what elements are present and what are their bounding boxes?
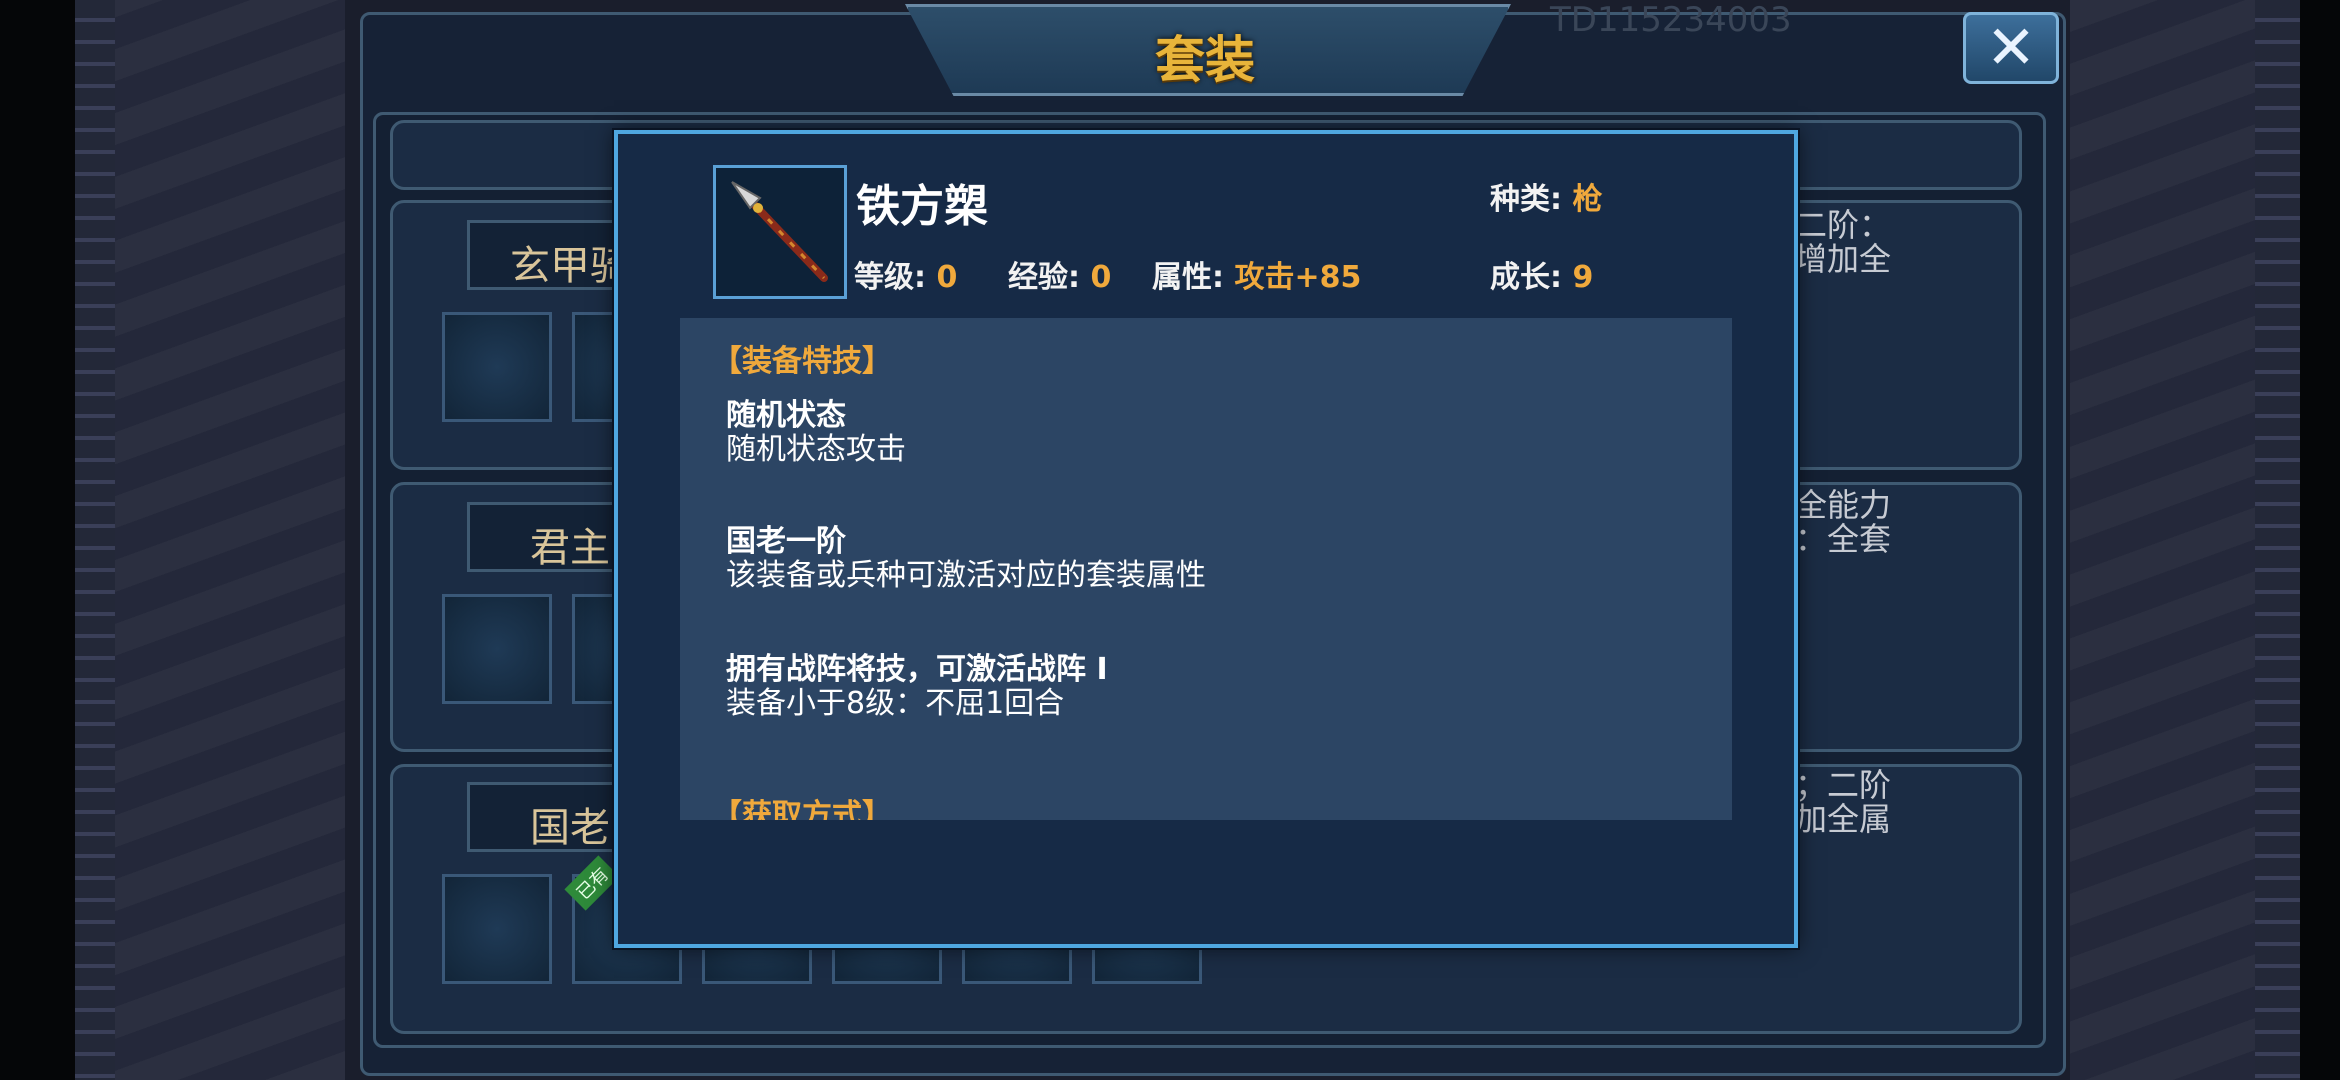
suit-bonus-text: 全能力 ：全套 [1795,486,1892,558]
type-value: 枪 [1572,182,1603,217]
item-name: 铁方槊 [856,181,988,232]
growth-stat: 成长: 9 [1490,260,1594,295]
skill-body: 装备小于8级：不屈1回合 [726,686,1065,721]
close-button[interactable]: ✕ [1963,12,2059,84]
suit-bonus-text: 二阶： 增加全 [1795,206,1892,278]
exp-stat: 经验: 0 [1008,260,1112,295]
screen-edge-left [0,0,75,1080]
window-title: 套装 [1155,30,1255,89]
suit-name: 国老 [530,805,610,851]
growth-value: 9 [1572,260,1594,295]
skills-section-title: 【装备特技】 [712,344,892,379]
suit-name: 玄甲骑 [510,243,630,289]
acquire-section-title: 【获取方式】 [712,798,892,820]
close-icon: ✕ [1985,13,2037,83]
attribute-stat: 属性: 攻击+85 [1152,260,1362,295]
exp-value: 0 [1090,260,1112,295]
background-pattern-left [75,0,115,1080]
spear-icon [731,181,828,282]
skill-body: 随机状态攻击 [726,432,906,467]
skill-description-panel[interactable]: 【装备特技】 随机状态 随机状态攻击 国老一阶 该装备或兵种可激活对应的套装属性… [680,318,1732,820]
item-icon-frame [713,165,847,299]
screen-edge-right [2300,0,2340,1080]
player-id-text: TD115234003 [1550,0,1792,40]
attribute-value: 攻击+85 [1234,260,1362,295]
level-stat: 等级: 0 [854,260,958,295]
background-pattern-right [2255,0,2300,1080]
level-value: 0 [936,260,958,295]
equipment-slot[interactable] [442,594,552,704]
background-left [75,0,345,1080]
type-stat: 种类: 枪 [1490,182,1603,217]
equipment-slot[interactable] [442,874,552,984]
suit-bonus-text: ；二阶 加全属 [1795,766,1892,838]
equipment-slot[interactable] [442,312,552,422]
skill-body: 该装备或兵种可激活对应的套装属性 [726,558,1206,593]
suit-name: 君主 [530,525,610,571]
